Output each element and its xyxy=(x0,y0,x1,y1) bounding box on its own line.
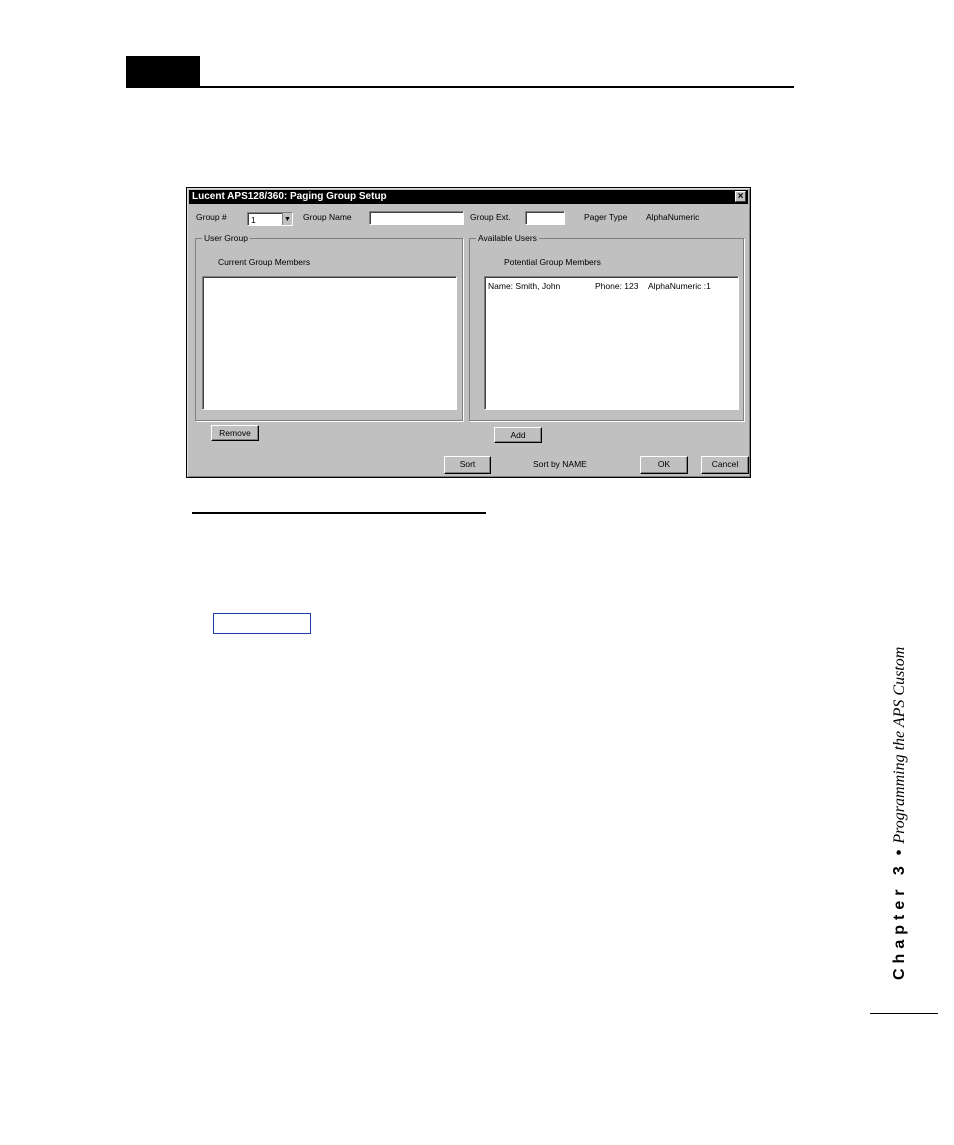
header-rule xyxy=(126,86,794,88)
ok-button[interactable]: OK xyxy=(640,456,688,474)
group-number-combo[interactable]: 1 ▼ xyxy=(247,212,293,226)
group-ext-label: Group Ext. xyxy=(470,212,511,222)
chapter-subtitle: Programming the APS Custom xyxy=(891,646,908,844)
sort-button[interactable]: Sort xyxy=(444,456,491,474)
potential-group-members-list[interactable]: Name: Smith, John Phone: 123 AlphaNumeri… xyxy=(484,276,739,410)
paging-group-setup-dialog: Lucent APS128/360: Paging Group Setup × … xyxy=(186,187,751,478)
group-ext-input[interactable] xyxy=(525,211,565,225)
pager-type-value: AlphaNumeric xyxy=(646,212,700,222)
chapter-label: Chapter 3 xyxy=(891,861,908,980)
group-number-label: Group # xyxy=(196,212,227,222)
list-item-phone[interactable]: Phone: 123 xyxy=(595,281,638,291)
blue-outline-box xyxy=(213,613,311,634)
pager-type-label: Pager Type xyxy=(584,212,628,222)
chapter-sidebar-title: Chapter 3 • Programming the APS Custom xyxy=(891,647,909,980)
group-name-input[interactable] xyxy=(369,211,464,225)
dialog-titlebar: Lucent APS128/360: Paging Group Setup × xyxy=(189,190,748,204)
current-group-members-label: Current Group Members xyxy=(218,257,311,267)
group-number-value: 1 xyxy=(251,215,256,225)
dialog-title: Lucent APS128/360: Paging Group Setup xyxy=(192,191,387,202)
list-item-type[interactable]: AlphaNumeric :1 xyxy=(648,281,711,291)
current-group-members-list[interactable] xyxy=(202,276,457,410)
add-button[interactable]: Add xyxy=(494,427,542,443)
separator-dot: • xyxy=(891,849,908,856)
header-tab-block xyxy=(126,56,200,87)
sort-status-text: Sort by NAME xyxy=(533,459,587,469)
cancel-button[interactable]: Cancel xyxy=(701,456,749,474)
close-icon[interactable]: × xyxy=(735,191,746,202)
caption-rule xyxy=(192,512,486,514)
list-item-name[interactable]: Name: Smith, John xyxy=(488,281,560,291)
user-group-title: User Group xyxy=(202,233,250,243)
group-name-label: Group Name xyxy=(303,212,352,222)
available-users-title: Available Users xyxy=(476,233,539,243)
remove-button[interactable]: Remove xyxy=(211,425,259,441)
chevron-down-icon[interactable]: ▼ xyxy=(282,213,292,225)
potential-group-members-label: Potential Group Members xyxy=(504,257,601,267)
footer-rule xyxy=(870,1013,938,1014)
